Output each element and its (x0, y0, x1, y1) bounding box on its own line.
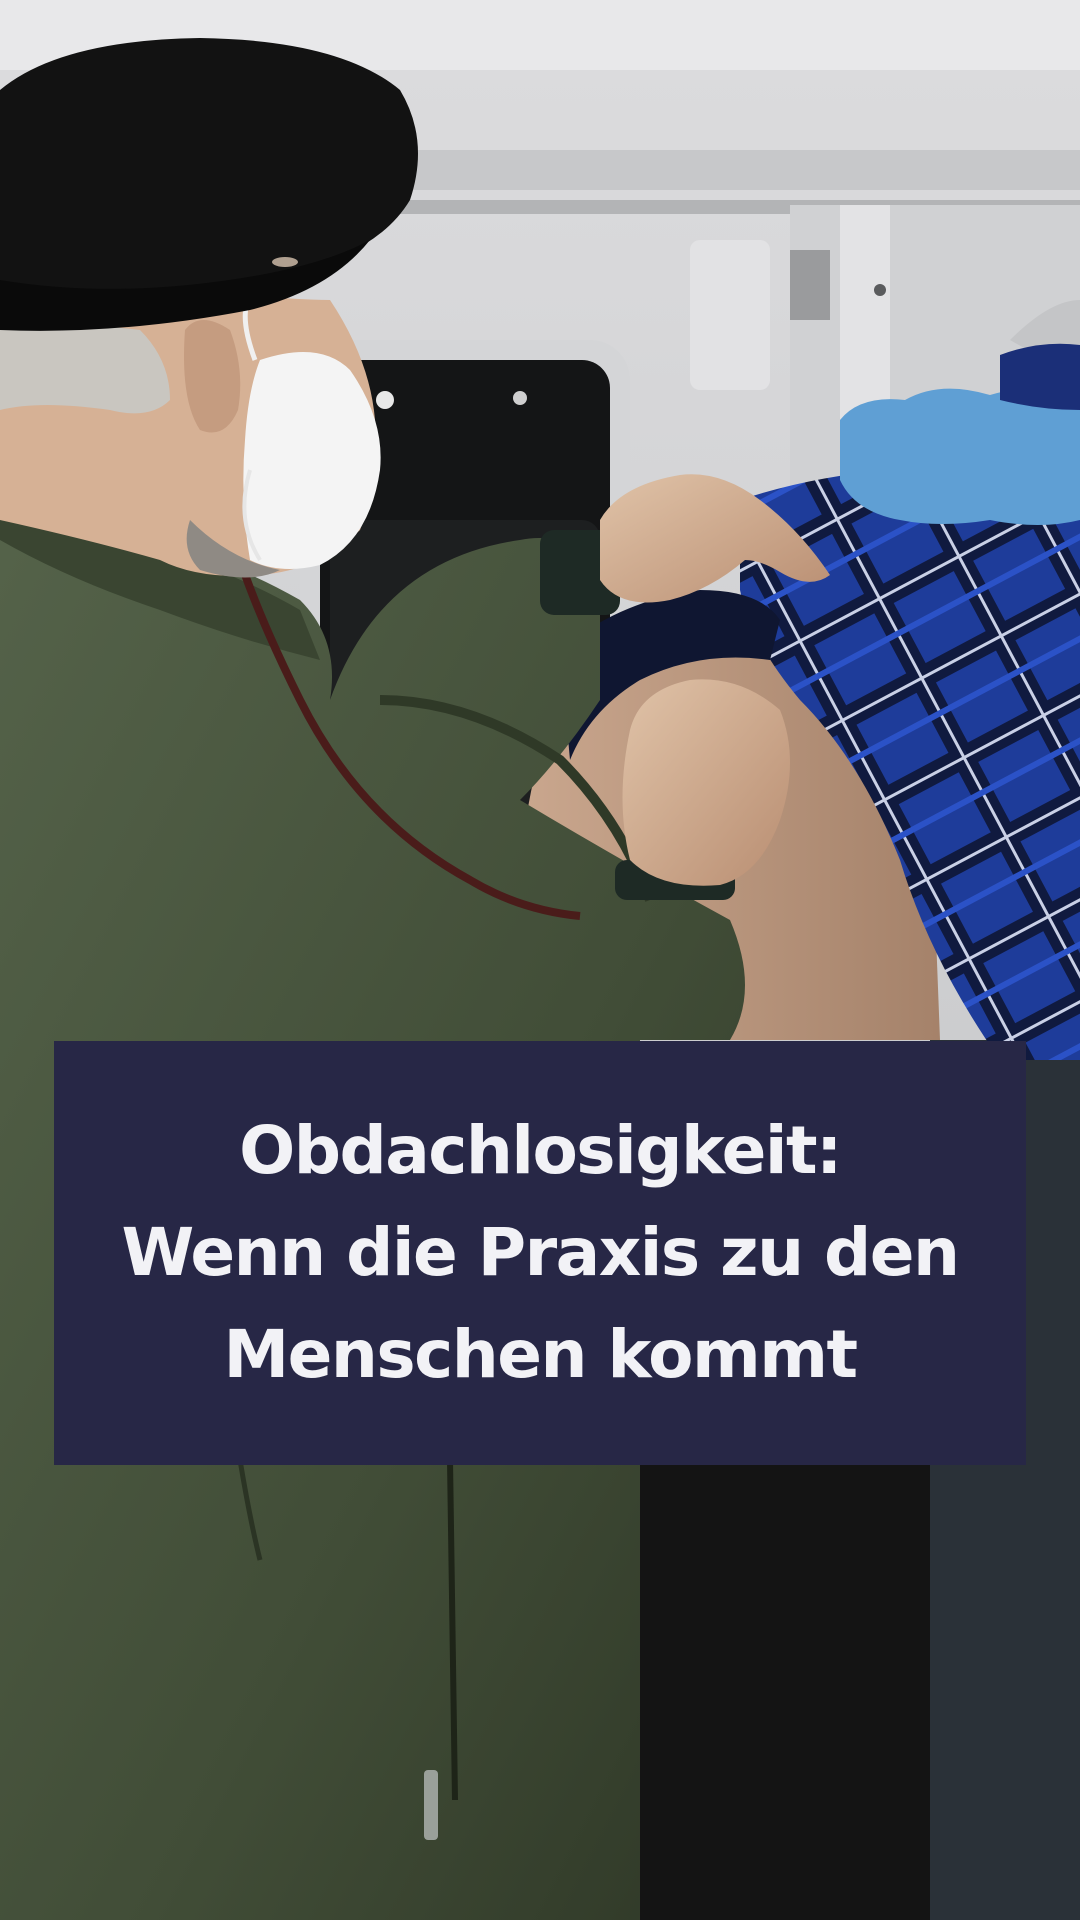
title-line: Obdachlosigkeit: (239, 1112, 842, 1189)
story-screen[interactable]: Obdachlosigkeit: Wenn die Praxis zu den … (0, 0, 1080, 1920)
title-line: Wenn die Praxis zu den (121, 1214, 960, 1291)
title-line: Menschen kommt (223, 1316, 858, 1393)
title-card: Obdachlosigkeit: Wenn die Praxis zu den … (54, 1041, 1026, 1465)
background-photo (0, 0, 1080, 1920)
story-title: Obdachlosigkeit: Wenn die Praxis zu den … (121, 1100, 960, 1406)
